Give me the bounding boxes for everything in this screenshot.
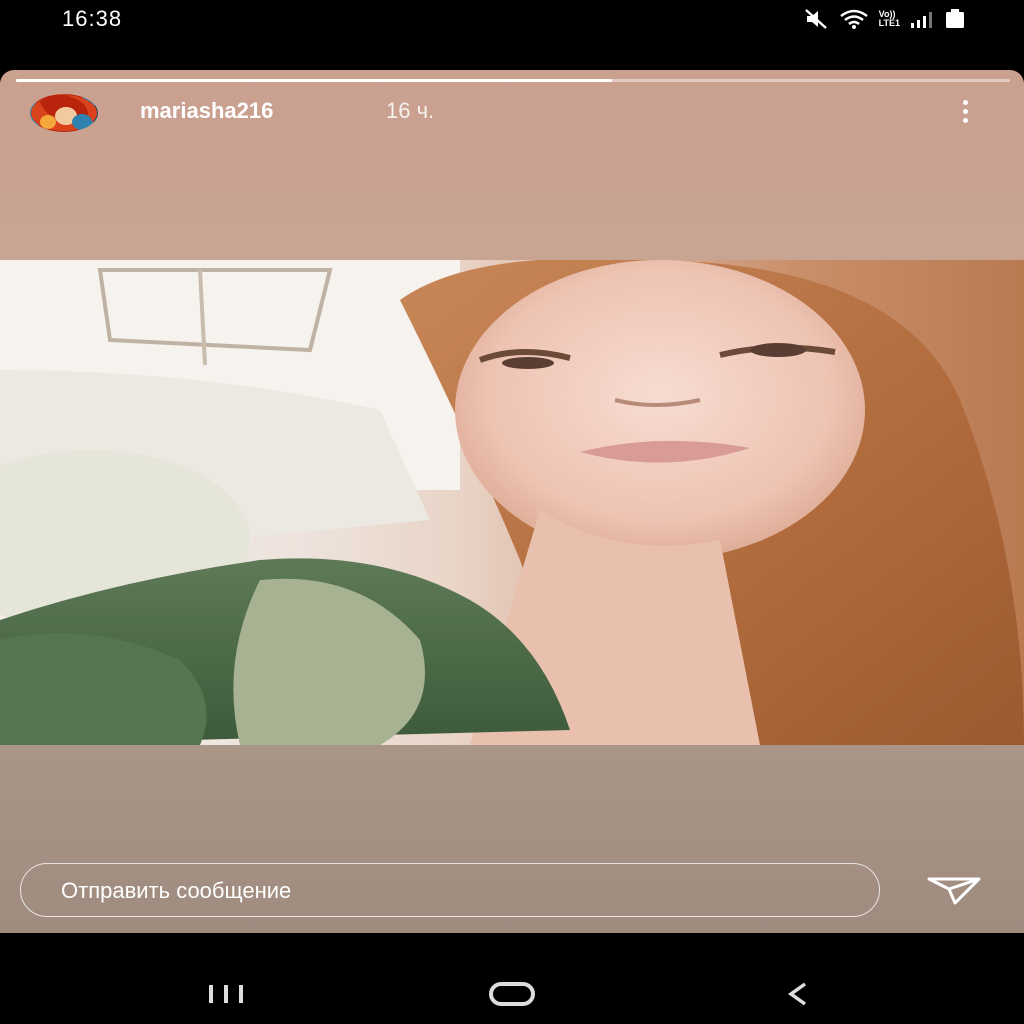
username[interactable]: mariasha216	[140, 98, 273, 124]
story-viewer[interactable]: mariasha216 16 ч. Отправить сообщение	[0, 70, 1024, 933]
wifi-icon	[839, 8, 869, 30]
mute-icon	[803, 8, 829, 30]
message-placeholder: Отправить сообщение	[61, 878, 292, 903]
send-icon[interactable]	[924, 870, 984, 910]
story-progress-fill	[16, 79, 613, 82]
lte-label: LTE1	[878, 18, 900, 28]
message-input[interactable]: Отправить сообщение	[20, 863, 880, 917]
status-bar: 16:38 Vo)) LTE1	[0, 0, 1024, 40]
more-vertical-icon[interactable]	[950, 96, 980, 126]
signal-icon	[910, 9, 934, 29]
story-progress-bar	[16, 79, 1010, 82]
avatar[interactable]	[30, 94, 98, 132]
home-icon[interactable]	[472, 974, 552, 1014]
status-time: 16:38	[62, 6, 123, 31]
story-photo-illustration	[0, 260, 1024, 745]
back-icon[interactable]	[758, 974, 838, 1014]
recent-apps-icon[interactable]	[186, 974, 266, 1014]
story-photo	[0, 260, 1024, 745]
battery-icon	[944, 8, 966, 30]
volte-lte-icon: Vo)) LTE1	[879, 10, 900, 28]
status-icons: Vo)) LTE1	[803, 6, 966, 32]
story-time-ago: 16 ч.	[386, 98, 435, 123]
navigation-bar	[0, 960, 1024, 1024]
